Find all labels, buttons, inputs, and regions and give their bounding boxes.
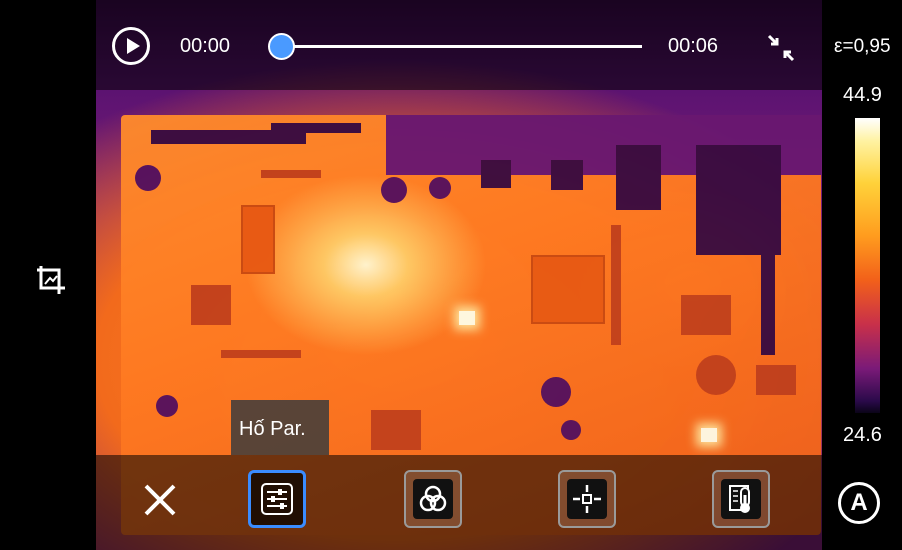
color-palette-bar [855, 118, 880, 413]
slider-thumb[interactable] [268, 33, 295, 60]
tooltip: Hố Par. [231, 400, 329, 455]
close-button[interactable] [140, 480, 180, 520]
left-sidebar [0, 0, 96, 550]
temperature-button[interactable] [712, 470, 770, 528]
max-temperature: 44.9 [843, 84, 882, 106]
auto-button[interactable]: A [838, 482, 880, 524]
center-spot-button[interactable] [558, 470, 616, 528]
progress-slider[interactable] [276, 45, 642, 48]
close-icon [144, 484, 176, 516]
crop-icon [37, 266, 65, 294]
emissivity-label[interactable]: ε=0,95 [834, 36, 891, 58]
crosshair-icon [573, 485, 601, 513]
thermometer-icon [729, 485, 750, 513]
shrink-icon [767, 34, 795, 62]
play-button[interactable] [112, 27, 150, 65]
current-time: 00:00 [180, 35, 231, 57]
crop-button[interactable] [33, 262, 69, 298]
min-temperature: 24.6 [843, 424, 882, 446]
sliders-icon [261, 483, 293, 515]
shrink-button[interactable] [763, 30, 799, 66]
palette-button[interactable] [404, 470, 462, 528]
color-circles-icon [419, 485, 447, 512]
auto-icon: A [850, 489, 868, 516]
end-time: 00:06 [668, 35, 719, 57]
playback-bar: 00:00 00:06 [96, 0, 822, 90]
parameters-button[interactable] [248, 470, 306, 528]
